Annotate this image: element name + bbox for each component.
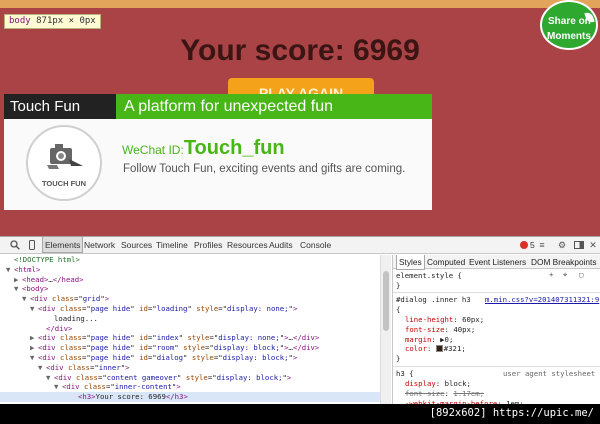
rule-divider	[393, 292, 600, 293]
rule2-source: user agent stylesheet	[503, 369, 596, 378]
new-style-rule-icon[interactable]: +	[549, 270, 553, 280]
dom-node-line[interactable]: ▶ <div class="page hide" id="index" style…	[30, 333, 319, 343]
page-viewport: body 871px × 0px Your score: 6969 PLAY A…	[0, 0, 600, 236]
dom-node-line[interactable]: ▼ <div class="grid">	[22, 294, 109, 304]
rule-divider	[393, 366, 600, 367]
error-icon	[520, 241, 528, 249]
devtools-panel: Elements Network Sources Timeline Profil…	[0, 236, 600, 405]
styles-tabs: Styles Computed Event Listeners DOM Brea…	[393, 255, 600, 270]
dialog-content: TOUCH FUN WeChat ID:Touch_fun Follow Tou…	[4, 119, 432, 210]
element-state-icon[interactable]: ⌖	[563, 270, 567, 280]
css-property[interactable]: line-height: 60px;	[405, 315, 484, 325]
expand-toggle-icon[interactable]: ▼	[30, 353, 38, 363]
expand-toggle-icon[interactable]: ▼	[22, 294, 30, 304]
styles-pane: Styles Computed Event Listeners DOM Brea…	[392, 255, 600, 405]
tab-computed[interactable]: Computed	[427, 255, 465, 269]
camera-hand-icon	[47, 144, 83, 169]
rule1-open: {	[396, 305, 401, 314]
expand-toggle-icon[interactable]: ▼	[6, 265, 14, 275]
css-property[interactable]: font-size: 40px;	[405, 325, 475, 335]
dom-tree[interactable]: <!DOCTYPE html> ▼ <html> ▶ <head>…</head> ▼ <b…	[0, 255, 380, 405]
tooltip-tag: body	[9, 16, 31, 26]
rule1-close: }	[396, 354, 401, 363]
dom-tree-scrollbar[interactable]	[380, 255, 391, 405]
dom-node-line[interactable]: ▼ <div class="page hide" id="loading" sty…	[30, 304, 297, 314]
wechat-id-line: WeChat ID:Touch_fun	[122, 137, 285, 160]
tab-console[interactable]: Console	[298, 237, 333, 253]
dom-node-line[interactable]: ▼ <div class="page hide" id="dialog" styl…	[30, 353, 297, 363]
scrollbar-thumb[interactable]	[383, 271, 389, 331]
element-style-rule: element.style {	[396, 271, 462, 280]
devtools-toolbar: Elements Network Sources Timeline Profil…	[0, 237, 600, 254]
css-property[interactable]: display: block;	[405, 379, 471, 389]
dom-node-line[interactable]: ▼ <div class="inner-content">	[54, 382, 181, 392]
dom-node-line[interactable]: <h3>Your score: 6969</h3>	[0, 392, 380, 403]
dom-node-line[interactable]: ▼ <div class="inner">	[38, 363, 130, 373]
search-icon[interactable]	[10, 240, 20, 250]
dialog-tagline: A platform for unexpected fun	[116, 94, 432, 119]
expand-toggle-icon[interactable]: ▶	[30, 333, 38, 343]
dom-node-line[interactable]: <!DOCTYPE html>	[6, 255, 80, 265]
error-count: 5	[530, 240, 535, 250]
close-icon[interactable]: ✕	[588, 240, 598, 250]
tab-network[interactable]: Network	[82, 237, 117, 253]
rule1-selector: #dialog .inner h3	[396, 295, 471, 304]
expand-toggle-icon[interactable]: ▼	[54, 382, 62, 392]
dom-node-line[interactable]: </div>	[38, 324, 72, 334]
logo-text: TOUCH FUN	[41, 179, 87, 188]
score-heading: Your score: 6969	[180, 34, 420, 67]
dom-node-line[interactable]: ▶ <head>…</head>	[14, 275, 84, 285]
expand-toggle-icon[interactable]: ▼	[14, 284, 22, 294]
rule1-source-link[interactable]: m.min.css?v=201407311321:9	[485, 295, 599, 305]
wechat-label: WeChat ID:	[122, 143, 184, 157]
expand-toggle-icon[interactable]: ▼	[38, 363, 46, 373]
color-format-icon[interactable]: ▢	[579, 270, 583, 280]
tab-dom-breakpoints[interactable]: DOM Breakpoints	[531, 255, 596, 269]
dom-node-line[interactable]: ▶ <div class="page hide" id="room" style=…	[30, 343, 319, 353]
share-line2: Moments	[547, 31, 591, 42]
footer-text: [892x602] https://upic.me/	[429, 407, 594, 419]
css-property[interactable]: color: #321;	[405, 344, 466, 354]
expand-toggle-icon[interactable]: ▼	[46, 373, 54, 383]
dom-node-line[interactable]: ▼ <html>	[6, 265, 40, 275]
tab-sources[interactable]: Sources	[119, 237, 154, 253]
dialog-brand: Touch Fun	[4, 94, 116, 119]
dom-node-line[interactable]: ▼ <body>	[14, 284, 48, 294]
image-host-footer: [892x602] https://upic.me/	[0, 404, 600, 424]
tab-elements[interactable]: Elements	[42, 237, 84, 253]
tab-timeline[interactable]: Timeline	[154, 237, 190, 253]
console-drawer-icon[interactable]: ≡	[537, 240, 547, 250]
tab-profiles[interactable]: Profiles	[192, 237, 224, 253]
gear-icon[interactable]: ⚙	[557, 240, 567, 250]
tooltip-size: 871px × 0px	[36, 16, 96, 26]
follow-dialog: Touch Fun A platform for unexpected fun …	[4, 94, 432, 210]
dock-icon[interactable]	[574, 240, 584, 250]
dom-node-line[interactable]: ▼ <div class="content gameover" style="di…	[46, 373, 291, 383]
follow-text: Follow Touch Fun, exciting events and gi…	[123, 163, 406, 175]
share-moments-button[interactable]: Share on Moments	[540, 0, 598, 50]
inspect-tooltip: body 871px × 0px	[4, 14, 101, 29]
error-count-badge[interactable]: 5	[520, 240, 535, 250]
expand-toggle-icon[interactable]: ▼	[30, 304, 38, 314]
expand-toggle-icon[interactable]: ▶	[14, 275, 22, 285]
tab-audits[interactable]: Audits	[267, 237, 295, 253]
color-swatch[interactable]	[435, 345, 443, 353]
wechat-id: Touch_fun	[183, 137, 285, 159]
top-strip	[0, 0, 600, 8]
dom-node-line[interactable]: loading...	[46, 314, 98, 324]
device-mode-icon[interactable]	[27, 240, 37, 250]
tab-resources[interactable]: Resources	[225, 237, 270, 253]
tab-event-listeners[interactable]: Event Listeners	[469, 255, 526, 269]
expand-toggle-icon[interactable]: ▶	[30, 343, 38, 353]
touch-fun-logo: TOUCH FUN	[26, 125, 102, 201]
css-property[interactable]: margin: ▶0;	[405, 335, 453, 345]
css-property[interactable]: font-size: 1.17em;	[405, 389, 484, 399]
share-line1: Share on	[548, 16, 591, 27]
tab-styles[interactable]: Styles	[396, 255, 425, 270]
rule2-selector: h3 {	[396, 369, 414, 378]
element-style-close: }	[396, 281, 401, 290]
